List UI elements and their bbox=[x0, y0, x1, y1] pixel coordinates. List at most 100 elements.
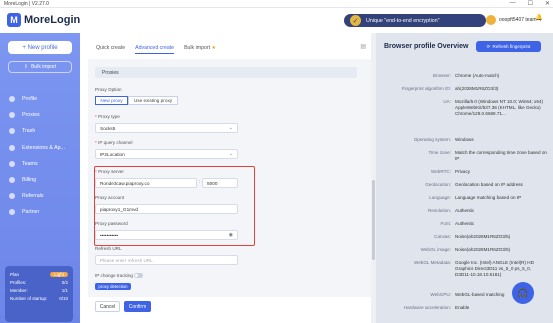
close-button[interactable]: ✕ bbox=[545, 0, 550, 7]
refresh-url-label: Refresh URL bbox=[95, 246, 122, 251]
bulk-import-button[interactable]: ⇪ Bulk import bbox=[8, 61, 72, 73]
tab-quick-create[interactable]: Quick create bbox=[96, 43, 125, 54]
sidebar-nav: Profile Proxies Trash Extensions & Ap...… bbox=[9, 91, 75, 221]
sidebar-item-label: Extensions & Ap... bbox=[22, 144, 65, 151]
window-titlebar: MoreLogin | V2.27.0 — ☐ ✕ bbox=[0, 0, 553, 8]
new-proxy-button[interactable]: New proxy bbox=[95, 96, 128, 105]
sidebar-item-label: Billing bbox=[22, 177, 37, 184]
overview-value: Authentic bbox=[455, 221, 475, 226]
overview-key: Canvas: bbox=[434, 234, 451, 239]
sidebar: + New profile ⇪ Bulk import Profile Prox… bbox=[0, 33, 80, 323]
overview-key: Font: bbox=[440, 221, 451, 226]
bell-icon[interactable]: 🔔 bbox=[535, 14, 542, 21]
plan-stat-label: Number of startup: bbox=[10, 295, 48, 301]
sidebar-item-teams[interactable]: Teams bbox=[9, 156, 75, 172]
overview-value: Mozilla/5.0 (Windows NT 10.0; Win64; x64… bbox=[455, 99, 543, 116]
sidebar-item-referrals[interactable]: Referrals bbox=[9, 188, 75, 204]
import-icon: ⇪ bbox=[23, 64, 29, 70]
brand-name: MoreLogin bbox=[24, 14, 81, 26]
user-menu[interactable]: ooopft5407 team ▾ bbox=[486, 15, 542, 25]
tab-bulk-import[interactable]: Bulk import ★ bbox=[184, 43, 216, 54]
ip-query-channel-label: IP query channel bbox=[98, 140, 133, 145]
profile-overview-panel: Browser profile Overview ⟳ Refresh finge… bbox=[376, 33, 553, 323]
overview-key: Hardware acceleration: bbox=[403, 305, 451, 310]
ip-query-channel-select[interactable]: IP2Location ⌄ bbox=[95, 149, 238, 159]
overview-title: Browser profile Overview bbox=[384, 43, 469, 50]
sidebar-item-extensions[interactable]: Extensions & Ap... bbox=[9, 140, 75, 156]
sidebar-item-profile[interactable]: Profile bbox=[9, 91, 75, 107]
logo: M MoreLogin bbox=[7, 13, 80, 27]
headset-support-icon[interactable]: 🎧 bbox=[512, 282, 534, 304]
overview-key: WebGL image: bbox=[420, 247, 451, 252]
profile-icon bbox=[9, 96, 15, 103]
ip-change-tracking-toggle[interactable] bbox=[134, 273, 143, 278]
minimize-button[interactable]: — bbox=[510, 0, 516, 7]
use-existing-proxy-button[interactable]: Use existing proxy bbox=[128, 96, 178, 105]
plan-label: Plan bbox=[10, 271, 20, 277]
overview-key: WebRTC: bbox=[431, 169, 451, 174]
chevron-down-icon: ⌄ bbox=[228, 151, 233, 157]
refresh-fingerprint-button[interactable]: ⟳ Refresh fingerprint bbox=[476, 41, 541, 52]
star-icon bbox=[9, 209, 15, 216]
app-header: M MoreLogin ✓ Unique "end-to-end encrypt… bbox=[0, 8, 553, 33]
overview-key: WebGPU: bbox=[430, 292, 451, 297]
sidebar-item-billing[interactable]: Billing bbox=[9, 172, 75, 188]
shield-icon: ✓ bbox=[350, 15, 361, 26]
wallet-icon bbox=[9, 177, 15, 184]
overview-key: Browser: bbox=[432, 73, 451, 78]
overview-value: Google Inc. (Intel) ANGLE (Intel(R) HD G… bbox=[455, 260, 534, 277]
cancel-button[interactable]: Cancel bbox=[95, 301, 120, 312]
proxy-type-value: Socks5 bbox=[100, 125, 116, 131]
proxy-option-label: Proxy Option bbox=[95, 87, 122, 92]
encryption-text: Unique "end-to-end encryption" bbox=[366, 17, 440, 24]
overview-value: Noise(ah2028M1R6ZO3/5) bbox=[455, 234, 511, 239]
overview-key: Language: bbox=[429, 195, 451, 200]
overview-key: Time zone: bbox=[428, 150, 451, 155]
avatar bbox=[486, 15, 496, 25]
overview-key: Operating system: bbox=[413, 137, 451, 142]
logo-icon: M bbox=[7, 13, 21, 27]
overview-key: WebGL Metadata: bbox=[413, 260, 451, 265]
team-icon bbox=[9, 160, 15, 167]
sidebar-item-label: Trash bbox=[22, 128, 36, 135]
refresh-url-input[interactable]: Please enter refresh URL bbox=[95, 255, 238, 265]
sidebar-item-label: Proxies bbox=[22, 112, 40, 119]
overview-value: Geolocation based on IP address bbox=[455, 182, 523, 187]
scrollbar-thumb[interactable] bbox=[372, 180, 375, 260]
overview-key: Resolution: bbox=[428, 208, 451, 213]
sidebar-item-trash[interactable]: Trash bbox=[9, 123, 75, 139]
proxy-type-label: Proxy type bbox=[98, 114, 120, 119]
refresh-icon: ⟳ bbox=[486, 43, 491, 49]
form-footer: Cancel Confirm bbox=[88, 297, 371, 323]
gift-icon bbox=[9, 193, 15, 200]
refresh-fingerprint-label: Refresh fingerprint bbox=[492, 44, 531, 49]
sidebar-item-label: Referrals bbox=[22, 193, 44, 200]
overview-value: Match the corresponding time zone based … bbox=[455, 150, 547, 161]
new-profile-button[interactable]: + New profile bbox=[8, 41, 72, 54]
tab-advanced-create[interactable]: Advanced create bbox=[135, 43, 175, 54]
overview-value: Enable bbox=[455, 305, 470, 310]
overview-value: Noise(ah2028M1R6ZO3/5) bbox=[455, 247, 511, 252]
trash-icon bbox=[9, 128, 15, 135]
overview-key: Geolocation: bbox=[425, 182, 451, 187]
proxy-type-select[interactable]: Socks5 ⌄ bbox=[95, 123, 238, 133]
section-header-proxies[interactable]: Proxies bbox=[95, 67, 357, 78]
maximize-button[interactable]: ☐ bbox=[528, 0, 533, 7]
sidebar-item-partner[interactable]: Partner bbox=[9, 204, 75, 220]
plan-stat-value: 1/1 bbox=[61, 287, 68, 293]
overview-value: Language matching based on IP bbox=[455, 195, 522, 200]
sidebar-item-proxies[interactable]: Proxies bbox=[9, 107, 75, 123]
bulk-import-label: Bulk import bbox=[31, 64, 57, 70]
sidebar-item-label: Teams bbox=[22, 160, 38, 167]
layout-icon[interactable]: ▤ bbox=[360, 43, 366, 50]
proxy-detection-button[interactable]: proxy detection bbox=[95, 283, 131, 290]
overview-value: Privacy bbox=[455, 169, 471, 174]
ip-change-tracking-label: IP change tracking bbox=[95, 273, 133, 278]
confirm-button[interactable]: Confirm bbox=[124, 301, 151, 312]
overview-value: Chrome (Auto-match) bbox=[455, 73, 500, 78]
encryption-banner[interactable]: ✓ Unique "end-to-end encryption" bbox=[344, 14, 486, 27]
plan-stat-label: Profiles: bbox=[10, 279, 27, 285]
plan-badge[interactable]: Light bbox=[50, 271, 68, 277]
sidebar-item-label: Profile bbox=[22, 96, 38, 103]
plan-card: Plan Light Profiles: 0/2 Member: 1/1 Number… bbox=[5, 266, 73, 322]
